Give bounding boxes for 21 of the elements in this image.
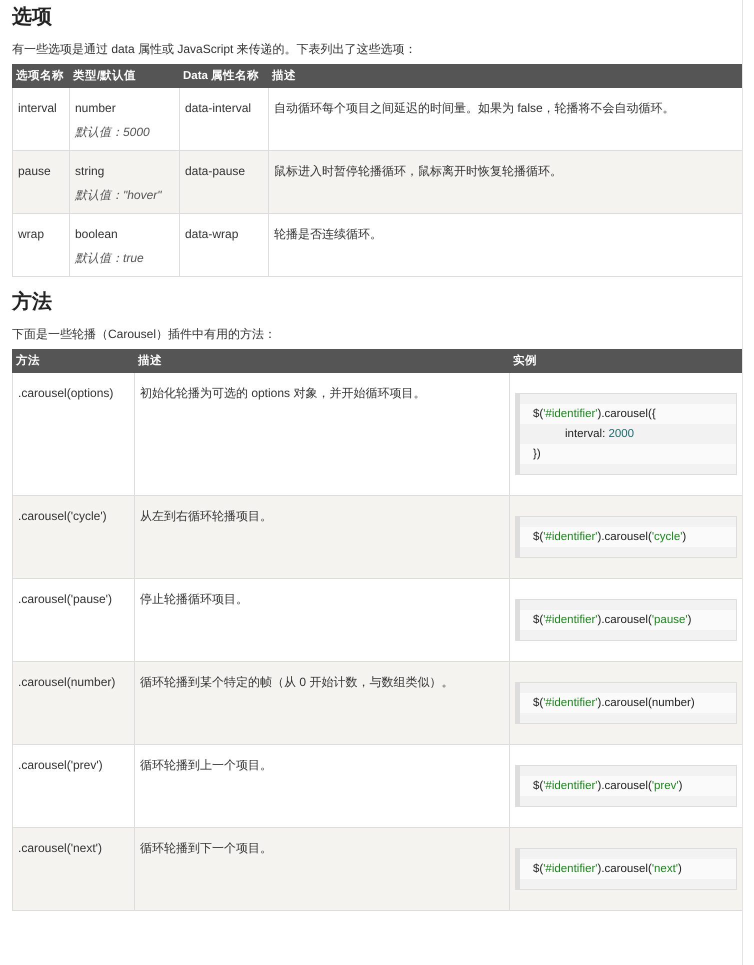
column-header: 实例 <box>510 350 742 372</box>
column-header: 方法 <box>12 350 134 372</box>
section-heading: 选项 <box>12 5 53 30</box>
default-value-text: 默认值：true <box>75 250 145 267</box>
column-header: 选项名称 <box>12 64 70 88</box>
column-header: 类型/默认值 <box>70 64 180 88</box>
column-header: 描述 <box>134 350 510 372</box>
intro-text: 下面是一些轮播（Carousel）插件中有用的方法： <box>12 326 278 343</box>
default-value-text: 默认值：5000 <box>75 124 151 141</box>
table-cell: wrap <box>12 214 70 276</box>
default-value-text: 默认值："hover" <box>75 187 163 204</box>
type-text: number <box>75 100 117 117</box>
column-header: 描述 <box>268 64 742 88</box>
column-header: Data 属性名称 <box>180 64 268 88</box>
type-text: string <box>75 163 106 180</box>
type-text: boolean <box>75 226 119 243</box>
table-cell: data-wrap <box>180 214 268 276</box>
table-cell: .carousel('next') <box>12 828 134 910</box>
intro-text: 有一些选项是通过 data 属性或 JavaScript 来传递的。下表列出了这些选项： <box>12 41 418 58</box>
table-cell: 循环轮播到下一个项目。 <box>134 828 510 910</box>
section-heading: 方法 <box>12 290 53 315</box>
